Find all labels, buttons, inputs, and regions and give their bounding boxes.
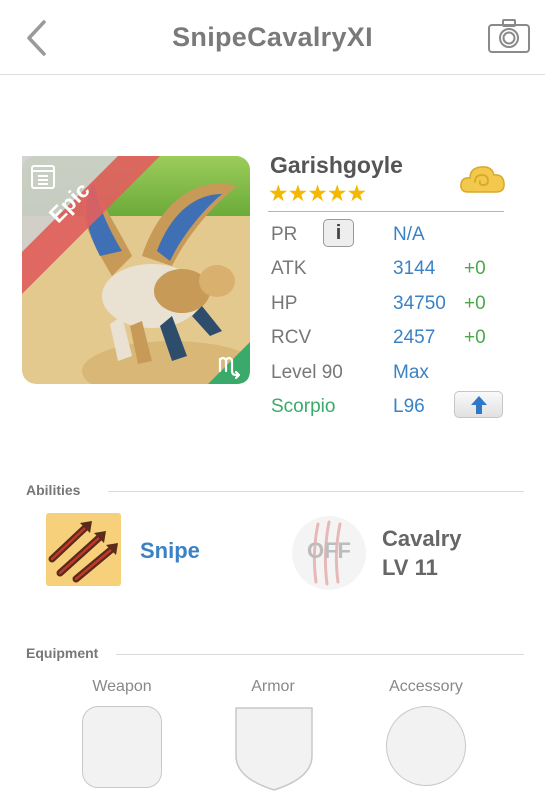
- sign-level-value: L96: [393, 396, 425, 417]
- hp-value: 34750: [393, 293, 446, 314]
- snipe-arrows-icon: [46, 513, 121, 586]
- sign-label: Scorpio: [271, 396, 336, 417]
- accessory-label: Accessory: [389, 678, 463, 695]
- skill-state: OFF: [307, 538, 351, 563]
- skill-toggle[interactable]: OFF: [292, 516, 366, 590]
- snipe-ability-icon[interactable]: [46, 513, 121, 586]
- camera-icon: [488, 19, 530, 53]
- armor-slot[interactable]: [234, 706, 314, 792]
- pr-label: PR: [271, 224, 298, 245]
- star-rating: ★★★★★: [268, 180, 367, 206]
- weapon-slot[interactable]: [82, 706, 162, 788]
- atk-bonus: +0: [464, 258, 486, 279]
- skill-level: LV 11: [382, 555, 438, 580]
- rcv-bonus: +0: [464, 327, 486, 348]
- cloud-icon: [458, 160, 506, 198]
- monster-name: Garishgoyle: [270, 152, 403, 178]
- rcv-label: RCV: [271, 327, 312, 348]
- skill-name: Cavalry: [382, 526, 462, 551]
- equipment-divider: [116, 654, 524, 655]
- info-button[interactable]: i: [323, 219, 354, 247]
- header-bar: SnipeCavalryXI: [0, 0, 545, 75]
- equipment-section-title: Equipment: [26, 645, 99, 661]
- abilities-divider: [108, 491, 524, 492]
- ability-name[interactable]: Snipe: [140, 538, 200, 564]
- armor-label: Armor: [251, 678, 295, 695]
- scorpio-sign-icon: [208, 343, 250, 384]
- weapon-label: Weapon: [92, 678, 152, 695]
- divider: [268, 211, 504, 212]
- atk-value: 3144: [393, 258, 436, 279]
- abilities-section-title: Abilities: [26, 482, 81, 498]
- pr-value: N/A: [393, 224, 425, 245]
- atk-label: ATK: [271, 258, 307, 279]
- upgrade-sign-button[interactable]: [454, 391, 503, 418]
- up-arrow-icon: [471, 396, 487, 414]
- page-title: SnipeCavalryXI: [172, 22, 373, 52]
- accessory-slot[interactable]: [386, 706, 466, 786]
- book-icon[interactable]: [29, 163, 57, 191]
- level-value: Max: [393, 362, 429, 383]
- info-icon: i: [335, 222, 342, 244]
- camera-button[interactable]: [487, 18, 531, 54]
- level-label: Level 90: [271, 362, 343, 383]
- rcv-value: 2457: [393, 327, 436, 348]
- hp-bonus: +0: [464, 293, 486, 314]
- hp-label: HP: [271, 293, 298, 314]
